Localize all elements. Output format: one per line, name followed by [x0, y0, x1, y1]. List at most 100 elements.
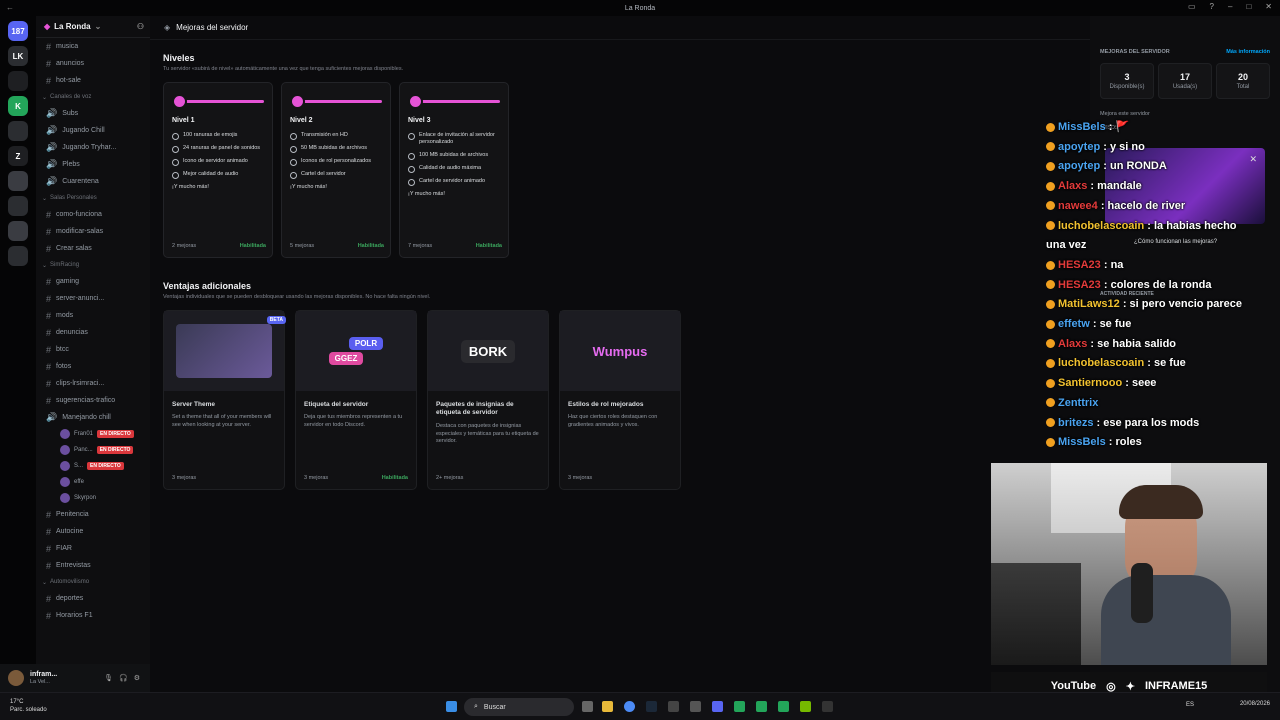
server-icon[interactable]: K	[8, 96, 28, 116]
help-icon[interactable]: ?	[1210, 2, 1214, 11]
server-icon[interactable]	[8, 71, 28, 91]
taskbar-search[interactable]: ⌕ Buscar	[464, 698, 574, 716]
search-label: Buscar	[483, 703, 506, 711]
chat-badge-icon	[1046, 142, 1055, 152]
channel-item[interactable]: # Crear salas	[36, 240, 150, 257]
clock[interactable]: 20/08/2026	[1240, 701, 1270, 707]
start-menu-icon[interactable]	[446, 701, 457, 712]
chrome-icon[interactable]	[624, 701, 635, 712]
kick-icon[interactable]	[734, 701, 745, 712]
voice-user[interactable]: Panc... EN DIRECTO	[36, 442, 150, 458]
server-icon[interactable]	[8, 171, 28, 191]
more-info-link[interactable]: Más información	[1226, 49, 1270, 55]
server-icon[interactable]	[8, 121, 28, 141]
channel-item[interactable]: # denuncias	[36, 324, 150, 341]
app-icon[interactable]	[668, 701, 679, 712]
streamer-handle: INFRAME15	[1144, 680, 1208, 692]
app-icon[interactable]	[690, 701, 701, 712]
chat-message: Alaxs : se habia salido	[1046, 335, 1270, 355]
channel-item[interactable]: 🔊 Plebs	[36, 156, 150, 173]
channel-item[interactable]: # gaming	[36, 273, 150, 290]
channel-item[interactable]: # clips-lrsimraci...	[36, 375, 150, 392]
boost-server-button[interactable]: Mejora este servidor	[1100, 111, 1270, 117]
channel-item[interactable]: # server-anunci...	[36, 290, 150, 307]
stat-value: 17	[1179, 72, 1190, 82]
channel-item[interactable]: # Entrevistas	[36, 557, 150, 574]
chat-username: MissBels	[1058, 436, 1106, 449]
kick-icon[interactable]	[756, 701, 767, 712]
extra-perk-card[interactable]: POLR GGEZ Etiqueta del servidor Deja que tu…	[295, 310, 417, 490]
channel-item[interactable]: # hot-sale	[36, 72, 150, 89]
add-member-icon[interactable]: ⚇	[137, 22, 144, 31]
guild-header[interactable]: ◆ La Ronda ⌄ ⚇	[36, 16, 150, 38]
channel-item[interactable]: # btcc	[36, 341, 150, 358]
channel-item[interactable]: 🔊 Manejando chill	[36, 409, 150, 426]
channel-category[interactable]: ⌄ Canales de voz	[36, 89, 150, 105]
channel-item[interactable]: 🔊 Jugando Tryhar...	[36, 139, 150, 156]
task-view-icon[interactable]	[582, 701, 593, 712]
steam-icon[interactable]	[646, 701, 657, 712]
avatar[interactable]	[8, 670, 24, 686]
server-icon[interactable]	[8, 196, 28, 216]
channel-item[interactable]: # Penitencia	[36, 506, 150, 523]
channel-item[interactable]: 🔊 Jugando Chill	[36, 122, 150, 139]
channel-item[interactable]: 🔊 Cuarentena	[36, 173, 150, 190]
headphones-icon[interactable]: 🎧	[119, 674, 128, 682]
channel-item[interactable]: 🔊 Subs	[36, 105, 150, 122]
server-icon[interactable]	[8, 221, 28, 241]
voice-user[interactable]: S... EN DIRECTO	[36, 458, 150, 474]
boost-stat: 20 Total	[1216, 63, 1270, 99]
channel-item[interactable]: # como-funciona	[36, 206, 150, 223]
inbox-icon[interactable]: ▭	[1188, 2, 1196, 11]
hash-icon: #	[46, 75, 52, 86]
channel-item[interactable]: # modificar-salas	[36, 223, 150, 240]
channel-item[interactable]: # fotos	[36, 358, 150, 375]
mic-icon[interactable]: 🎙	[104, 674, 113, 682]
server-icon[interactable]: Z	[8, 146, 28, 166]
extra-perk-card[interactable]: BORK Paquetes de insignias de etiqueta de…	[427, 310, 549, 490]
channel-name: fotos	[56, 363, 72, 370]
channel-item[interactable]: # Autocine	[36, 523, 150, 540]
stat-value: 20	[1237, 72, 1248, 82]
channel-category[interactable]: ⌄ Automovilismo	[36, 574, 150, 590]
back-arrow-icon[interactable]: ←	[6, 3, 14, 12]
language-indicator[interactable]: ES	[1186, 702, 1194, 708]
chat-badge-icon	[1046, 437, 1055, 447]
extra-perk-card[interactable]: Wumpus Estilos de rol mejorados Haz que ci…	[559, 310, 681, 490]
kick-icon[interactable]	[778, 701, 789, 712]
channel-item[interactable]: # FIAR	[36, 540, 150, 557]
server-icon[interactable]: 187	[8, 21, 28, 41]
beta-badge: BETA	[266, 316, 286, 324]
server-icon[interactable]	[8, 246, 28, 266]
obs-icon[interactable]	[822, 701, 833, 712]
channel-item[interactable]: # sugerencias-trafico	[36, 392, 150, 409]
channel-item[interactable]: # deportes	[36, 590, 150, 607]
channel-item[interactable]: # mods	[36, 307, 150, 324]
chat-message: MissBels : 🚩	[1046, 118, 1270, 138]
voice-user[interactable]: Fran01 EN DIRECTO	[36, 426, 150, 442]
chat-badge-icon	[1046, 181, 1055, 191]
perk-footer: 3 mejoras Habilitada	[304, 475, 408, 481]
channel-item[interactable]: # Horarios F1	[36, 607, 150, 624]
file-explorer-icon[interactable]	[602, 701, 613, 712]
chat-message: HESA23 : na	[1046, 256, 1270, 276]
voice-user[interactable]: Skyrpon	[36, 490, 150, 506]
close-window-icon[interactable]: ✕	[1265, 2, 1272, 11]
maximize-icon[interactable]: □	[1246, 2, 1251, 11]
weather-widget[interactable]: 17°C Parc. soleado	[10, 699, 47, 715]
channel-item[interactable]: # anuncios	[36, 55, 150, 72]
discord-icon[interactable]	[712, 701, 723, 712]
nvidia-icon[interactable]	[800, 701, 811, 712]
channel-category[interactable]: ⌄ SimRacing	[36, 257, 150, 273]
voice-user[interactable]: effe	[36, 474, 150, 490]
perk-label: Transmisión en HD	[301, 132, 348, 138]
extra-perk-card[interactable]: BETA Server Theme Set a theme that all of …	[163, 310, 286, 490]
channel-category[interactable]: ⌄ Salas Personales	[36, 190, 150, 206]
chat-message: una vez	[1046, 236, 1270, 256]
perk-preview: POLR GGEZ	[296, 311, 416, 391]
channel-item[interactable]: # musica	[36, 38, 150, 55]
server-icon[interactable]: LK	[8, 46, 28, 66]
category-name: Canales de voz	[50, 94, 92, 100]
settings-gear-icon[interactable]: ⚙	[134, 674, 140, 682]
minimize-icon[interactable]: –	[1228, 2, 1232, 11]
